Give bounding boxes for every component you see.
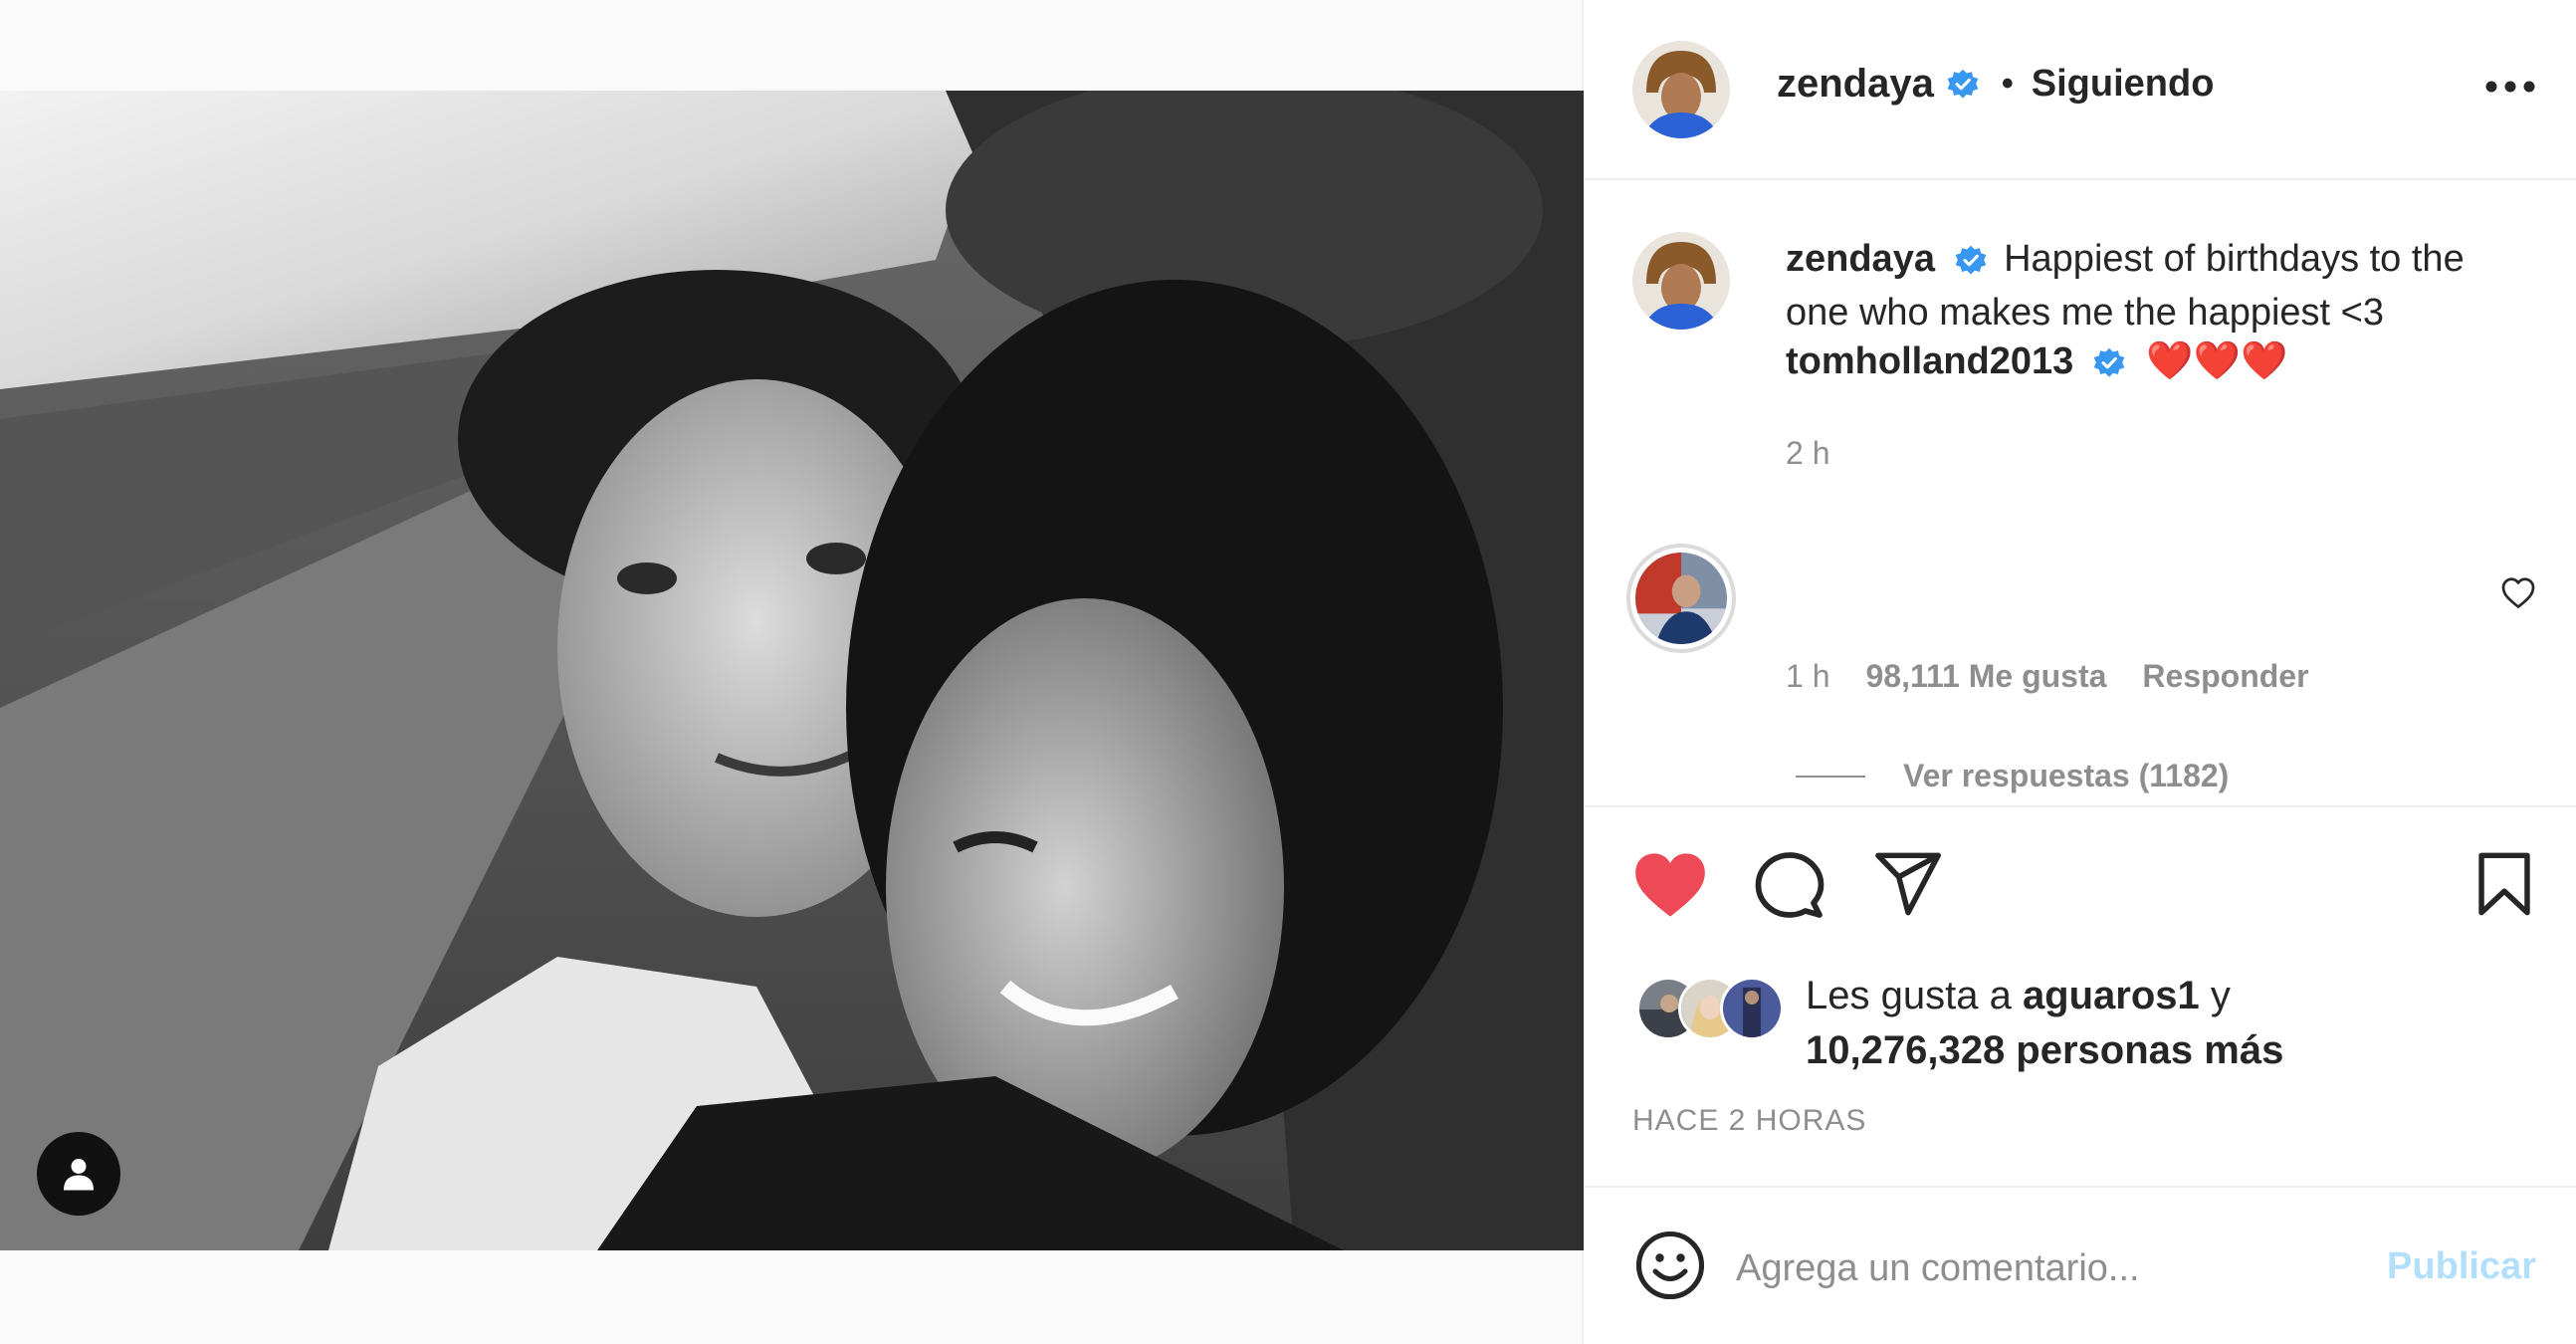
comment-username[interactable]: tomholland2013 <box>1786 340 2073 382</box>
share-button[interactable] <box>1873 851 1943 922</box>
user-tag-button[interactable] <box>37 1132 120 1216</box>
post-actions-section: Les gusta a aguaros1 y 10,276,328 person… <box>1585 805 2576 1188</box>
caption-username[interactable]: zendaya <box>1786 238 1935 280</box>
likes-prefix: Les gusta a <box>1806 974 2023 1017</box>
post-photo-image <box>0 91 1584 1250</box>
caption-meta: 2 h <box>1786 435 1829 472</box>
media-panel <box>0 0 1584 1344</box>
replies-divider <box>1796 775 1865 778</box>
caption-author-avatar[interactable] <box>1632 232 1730 330</box>
comment: tomholland2013 ❤️❤️❤️ <box>1786 335 2482 388</box>
comment-like-button[interactable] <box>2500 575 2536 616</box>
header-user-row: zendaya • Siguiendo <box>1777 62 2214 107</box>
verified-icon <box>2093 347 2125 377</box>
comment-meta: 1 h 98,111 Me gusta Responder <box>1786 658 2309 695</box>
comment-input[interactable] <box>1734 1228 2295 1309</box>
more-options-button[interactable] <box>2484 80 2536 99</box>
following-button[interactable]: Siguiendo <box>2032 63 2215 106</box>
likes-count-link[interactable]: 10,276,328 personas más <box>1806 1028 2283 1072</box>
liker-avatars[interactable] <box>1636 977 1784 1046</box>
first-liker-link[interactable]: aguaros1 <box>2023 974 2200 1017</box>
more-options-icon <box>2485 81 2535 93</box>
caption: zendaya Happiest of birthdays to the one… <box>1786 232 2482 339</box>
verified-icon <box>1955 245 1986 275</box>
reply-button[interactable]: Responder <box>2142 658 2308 695</box>
comment-text: ❤️❤️❤️ <box>2146 340 2288 382</box>
caption-time[interactable]: 2 h <box>1786 435 1829 472</box>
like-button[interactable] <box>1632 849 1708 926</box>
author-avatar[interactable] <box>1632 41 1730 138</box>
header-separator: • <box>2001 65 2014 103</box>
post-timestamp[interactable]: HACE 2 HORAS <box>1632 1104 1866 1138</box>
likes-summary: Les gusta a aguaros1 y 10,276,328 person… <box>1806 969 2502 1078</box>
emoji-button[interactable] <box>1634 1230 1706 1306</box>
user-tag-icon <box>64 1159 94 1191</box>
share-icon <box>1875 852 1941 916</box>
comments-area[interactable]: zendaya Happiest of birthdays to the one… <box>1585 182 2576 805</box>
heart-icon <box>1635 853 1705 917</box>
commenter-avatar[interactable] <box>1626 544 1736 653</box>
save-button[interactable] <box>2476 851 2532 922</box>
post-header: zendaya • Siguiendo <box>1585 0 2576 180</box>
liker-avatar <box>1720 977 1784 1040</box>
bookmark-icon <box>2478 852 2530 916</box>
view-replies-button[interactable]: Ver respuestas (1182) <box>1796 758 2229 794</box>
verified-icon <box>1947 69 1979 99</box>
publish-button[interactable]: Publicar <box>2387 1245 2536 1288</box>
comment-composer: Publicar <box>1585 1186 2576 1344</box>
author-username[interactable]: zendaya <box>1777 62 1934 107</box>
comment-likes[interactable]: 98,111 Me gusta <box>1865 658 2106 695</box>
heart-outline-icon <box>2501 577 2535 608</box>
post-side-panel: zendaya • Siguiendo zendaya Happiest of … <box>1585 0 2576 1344</box>
likes-conjunction: y <box>2199 974 2231 1017</box>
comment-icon <box>1755 852 1825 918</box>
post-photo[interactable] <box>0 91 1584 1250</box>
comment-button[interactable] <box>1754 849 1825 926</box>
emoji-icon <box>1635 1231 1705 1300</box>
view-replies-label: Ver respuestas (1182) <box>1903 758 2230 793</box>
comment-time[interactable]: 1 h <box>1786 658 1829 695</box>
